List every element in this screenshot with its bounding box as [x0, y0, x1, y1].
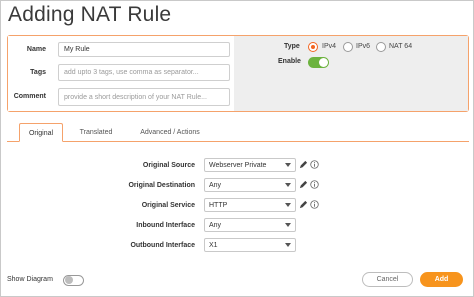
comment-input[interactable]: provide a short description of your NAT … — [58, 88, 230, 106]
radio-ipv4[interactable] — [308, 42, 318, 52]
outbound-interface-value: X1 — [209, 242, 218, 249]
outbound-interface-select[interactable]: X1 — [204, 238, 296, 252]
original-source-select[interactable]: Webserver Private — [204, 158, 296, 172]
tab-translated[interactable]: Translated — [69, 123, 123, 142]
radio-ipv4-label: IPv4 — [322, 43, 337, 50]
chevron-down-icon — [285, 243, 291, 247]
original-service-select[interactable]: HTTP — [204, 198, 296, 212]
show-diagram-toggle[interactable] — [63, 275, 84, 286]
tab-divider — [7, 141, 469, 142]
chevron-down-icon — [285, 223, 291, 227]
tab-advanced-actions[interactable]: Advanced / Actions — [131, 123, 209, 142]
original-destination-select[interactable]: Any — [204, 178, 296, 192]
general-panel: Name My Rule Tags add upto 3 tags, use c… — [7, 35, 469, 112]
info-icon[interactable] — [310, 180, 319, 189]
name-input[interactable]: My Rule — [58, 42, 230, 57]
tags-label: Tags — [30, 69, 46, 76]
show-diagram-label: Show Diagram — [7, 276, 53, 283]
name-label: Name — [26, 46, 46, 53]
outbound-interface-label: Outbound Interface — [130, 242, 195, 249]
chevron-down-icon — [285, 183, 291, 187]
enable-toggle[interactable] — [308, 57, 329, 68]
original-destination-value: Any — [209, 182, 222, 189]
cancel-button[interactable]: Cancel — [362, 272, 413, 287]
dialog-title: Adding NAT Rule — [8, 3, 172, 26]
type-label: Type — [284, 43, 300, 50]
original-service-label: Original Service — [141, 202, 195, 209]
original-destination-label: Original Destination — [128, 182, 195, 189]
chevron-down-icon — [285, 163, 291, 167]
inbound-interface-value: Any — [209, 222, 222, 229]
original-source-label: Original Source — [142, 162, 195, 169]
original-source-value: Webserver Private — [209, 162, 267, 169]
info-icon[interactable] — [310, 160, 319, 169]
tags-input[interactable]: add upto 3 tags, use comma as separator.… — [58, 64, 230, 81]
pencil-icon[interactable] — [299, 180, 308, 189]
chevron-down-icon — [285, 203, 291, 207]
add-button[interactable]: Add — [420, 272, 463, 287]
type-enable-section: Type IPv4 IPv6 NAT 64 Enable — [234, 36, 468, 111]
inbound-interface-label: Inbound Interface — [136, 222, 195, 229]
original-service-value: HTTP — [209, 202, 228, 209]
radio-ipv6[interactable] — [343, 42, 353, 52]
tab-original[interactable]: Original — [19, 123, 63, 142]
info-icon[interactable] — [310, 200, 319, 209]
radio-nat64-label: NAT 64 — [389, 43, 413, 50]
enable-label: Enable — [278, 58, 301, 65]
pencil-icon[interactable] — [299, 200, 308, 209]
nat-rule-dialog: Adding NAT Rule Name My Rule Tags add up… — [0, 0, 474, 297]
pencil-icon[interactable] — [299, 160, 308, 169]
general-fields: Name My Rule Tags add upto 3 tags, use c… — [8, 36, 234, 111]
radio-ipv6-label: IPv6 — [356, 43, 371, 50]
radio-nat64[interactable] — [376, 42, 386, 52]
inbound-interface-select[interactable]: Any — [204, 218, 296, 232]
comment-label: Comment — [13, 93, 46, 100]
